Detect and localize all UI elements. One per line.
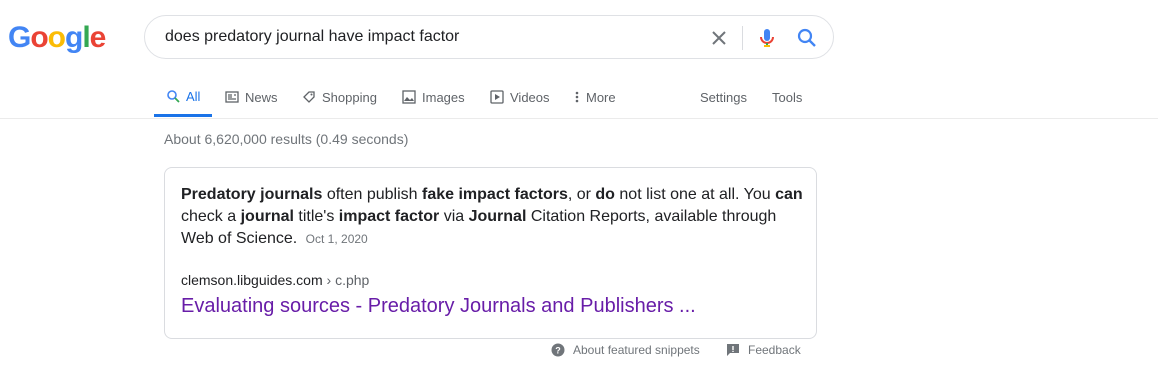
logo-letter: G	[8, 21, 31, 54]
snippet-segment: title's	[293, 208, 339, 225]
settings-link[interactable]: Settings	[700, 78, 747, 116]
snippet-segment: can	[775, 186, 803, 203]
about-snippets-label: About featured snippets	[573, 343, 700, 357]
snippet-date: Oct 1, 2020	[305, 232, 368, 246]
cite-path: › c.php	[322, 272, 370, 288]
play-icon	[490, 90, 504, 104]
more-vert-icon	[575, 91, 579, 103]
search-icon[interactable]	[795, 26, 819, 50]
result-cite: clemson.libguides.com › c.php	[181, 272, 369, 288]
close-icon[interactable]	[707, 26, 731, 50]
snippet-segment: , or	[567, 186, 596, 203]
snippet-segment: fake impact factors	[422, 186, 568, 203]
snippet-segment: do	[595, 186, 615, 203]
snippet-segment: Journal	[468, 208, 527, 225]
tab-videos[interactable]: Videos	[490, 78, 550, 116]
tab-news[interactable]: News	[225, 78, 278, 116]
snippet-segment: often publish	[322, 186, 422, 203]
cite-domain: clemson.libguides.com	[181, 272, 323, 288]
snippet-segment: not list one at all. You	[614, 186, 776, 203]
result-stats: About 6,620,000 results (0.49 seconds)	[164, 131, 409, 147]
tab-label: News	[245, 89, 278, 105]
help-icon: ?	[551, 343, 565, 357]
tab-label: All	[186, 88, 201, 104]
search-input[interactable]: does predatory journal have impact facto…	[165, 28, 459, 46]
logo-letter: o	[47, 21, 66, 54]
result-title-link[interactable]: Evaluating sources - Predatory Journals …	[181, 295, 696, 318]
tab-label: Shopping	[322, 89, 377, 105]
tab-label: Videos	[510, 89, 550, 105]
news-icon	[225, 91, 239, 103]
logo-letter: o	[30, 21, 48, 54]
logo-letter: g	[65, 21, 83, 54]
about-snippets-link[interactable]: ? About featured snippets	[551, 343, 700, 357]
tab-label: More	[586, 89, 616, 105]
logo-letter: e	[89, 21, 107, 54]
tab-more[interactable]: More	[574, 78, 616, 116]
tab-all[interactable]: All	[154, 78, 213, 117]
image-icon	[402, 90, 416, 104]
logo-letter: l	[82, 21, 90, 54]
tools-link[interactable]: Tools	[772, 78, 802, 116]
snippet-segment: Predatory journals	[181, 186, 323, 203]
tab-label: Images	[422, 89, 465, 105]
tab-images[interactable]: Images	[402, 78, 465, 116]
search-box[interactable]: does predatory journal have impact facto…	[144, 15, 834, 59]
snippet-segment: journal	[240, 208, 294, 225]
snippet-segment: check a	[181, 208, 241, 225]
svg-text:?: ?	[555, 346, 561, 356]
google-logo[interactable]: Google	[8, 20, 107, 56]
feedback-icon	[727, 344, 739, 356]
feedback-label: Feedback	[748, 343, 801, 357]
feedback-link[interactable]: Feedback	[726, 343, 801, 357]
featured-snippet: Predatory journals often publish fake im…	[164, 167, 817, 339]
search-tabs: All News Shopping Images Videos More Set…	[0, 78, 1158, 119]
snippet-text: Predatory journals often publish fake im…	[181, 184, 803, 250]
tab-shopping[interactable]: Shopping	[302, 78, 377, 116]
snippet-segment: impact factor	[338, 208, 440, 225]
snippet-segment: via	[439, 208, 469, 225]
search-icon	[167, 90, 180, 103]
search-divider	[742, 26, 743, 50]
mic-icon[interactable]	[755, 26, 779, 50]
tag-icon	[303, 91, 315, 103]
